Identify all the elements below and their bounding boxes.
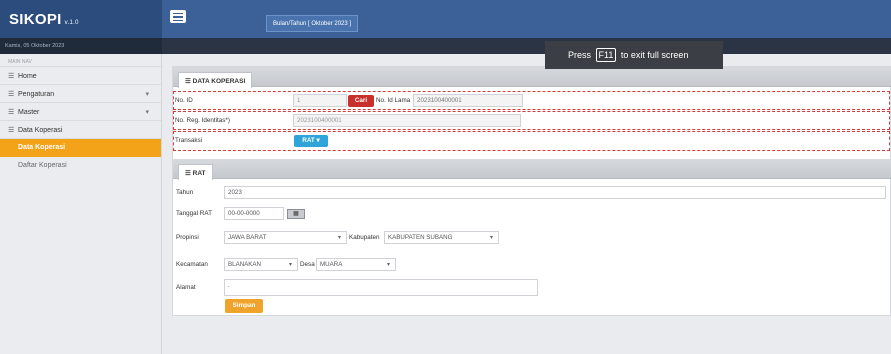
propinsi-select[interactable]: JAWA BARAT ▾ <box>224 231 347 244</box>
app-version: v.1.0 <box>64 20 79 26</box>
propinsi-label: Propinsi <box>176 234 199 241</box>
period-button[interactable]: Bulan/Tahun [ Oktober 2023 ] <box>266 15 359 32</box>
sidebar-item-label: Master <box>18 109 40 116</box>
list-icon: ☰ <box>185 170 193 177</box>
tahun-row: Tahun 2023 <box>173 185 890 201</box>
sidebar-subitem-data-koperasi[interactable]: Data Koperasi <box>0 139 161 157</box>
fullscreen-toast: Press F11 to exit full screen <box>545 41 723 69</box>
kecamatan-label: Kecamatan <box>176 261 208 268</box>
tab-data-koperasi[interactable]: ☰ DATA KOPERASI <box>178 72 253 88</box>
desa-label: Desa <box>300 261 315 268</box>
kabupaten-select[interactable]: KABUPATEN SUBANG ▾ <box>384 231 499 244</box>
list-icon: ☰ <box>185 78 193 85</box>
caret-down-icon: ▾ <box>337 235 341 241</box>
sidebar-heading: MAIN NAV <box>0 54 161 67</box>
caret-down-icon: ▾ <box>386 262 390 268</box>
list-icon: ☰ <box>8 127 15 134</box>
tanggal-row: Tanggal RAT 00-00-0000 ▦ <box>173 206 890 222</box>
date-text: Kamis, 05 Oktober 2023 <box>0 38 162 54</box>
main-panel: ☰ DATA KOPERASI No. ID 1 Cari No. Id Lam… <box>172 66 891 316</box>
kecamatan-select[interactable]: BLANAKAN ▾ <box>224 258 298 271</box>
tahun-input[interactable]: 2023 <box>224 186 886 199</box>
sidebar-item-pengaturan[interactable]: ☰ Pengaturan ▾ <box>0 85 161 103</box>
brand[interactable]: SIKOPI v.1.0 <box>0 0 162 38</box>
menu-toggle-icon[interactable] <box>170 10 186 23</box>
sidebar-item-home[interactable]: ☰ Home <box>0 67 161 85</box>
sidebar-item-label: Data Koperasi <box>18 127 63 134</box>
caret-down-icon: ▾ <box>489 235 493 241</box>
propinsi-row: Propinsi JAWA BARAT ▾ Kabupaten KABUPATEN… <box>173 230 890 246</box>
list-icon: ☰ <box>8 109 15 116</box>
data-koperasi-header: ☰ DATA KOPERASI <box>173 67 891 88</box>
highlight-reg <box>173 111 890 130</box>
sidebar-item-label: Pengaturan <box>18 91 55 98</box>
alamat-row: Alamat . <box>173 279 890 296</box>
chevron-down-icon: ▾ <box>145 109 149 116</box>
calendar-icon[interactable]: ▦ <box>287 209 305 219</box>
alamat-label: Alamat <box>176 284 196 291</box>
highlight-transaksi <box>173 131 890 151</box>
list-icon: ☰ <box>8 91 15 98</box>
kecamatan-row: Kecamatan BLANAKAN ▾ Desa MUARA ▾ <box>173 257 890 273</box>
desa-select[interactable]: MUARA ▾ <box>316 258 396 271</box>
sub-bar <box>162 38 891 54</box>
kabupaten-label: Kabupaten <box>349 234 380 241</box>
sidebar-item-label: Home <box>18 73 37 80</box>
sidebar-item-master[interactable]: ☰ Master ▾ <box>0 103 161 121</box>
sidebar-item-data-koperasi[interactable]: ☰ Data Koperasi <box>0 121 161 139</box>
rat-header: ☰ RAT <box>173 159 891 180</box>
tanggal-input[interactable]: 00-00-0000 <box>224 207 284 220</box>
highlight-no-id <box>173 91 890 110</box>
tahun-label: Tahun <box>176 189 194 196</box>
sidebar: MAIN NAV ☰ Home ☰ Pengaturan ▾ ☰ Master ▾ ☰… <box>0 54 162 354</box>
list-icon: ☰ <box>8 73 15 80</box>
sidebar-subitem-daftar-koperasi[interactable]: Daftar Koperasi <box>0 157 161 175</box>
simpan-button[interactable]: Simpan <box>225 299 263 313</box>
alamat-input[interactable]: . <box>224 279 538 296</box>
chevron-down-icon: ▾ <box>145 91 149 98</box>
app-logo: SIKOPI v.1.0 <box>9 11 79 28</box>
f11-key: F11 <box>595 48 617 62</box>
tanggal-label: Tanggal RAT <box>176 210 212 217</box>
tab-rat[interactable]: ☰ RAT <box>178 164 213 180</box>
caret-down-icon: ▾ <box>288 262 292 268</box>
